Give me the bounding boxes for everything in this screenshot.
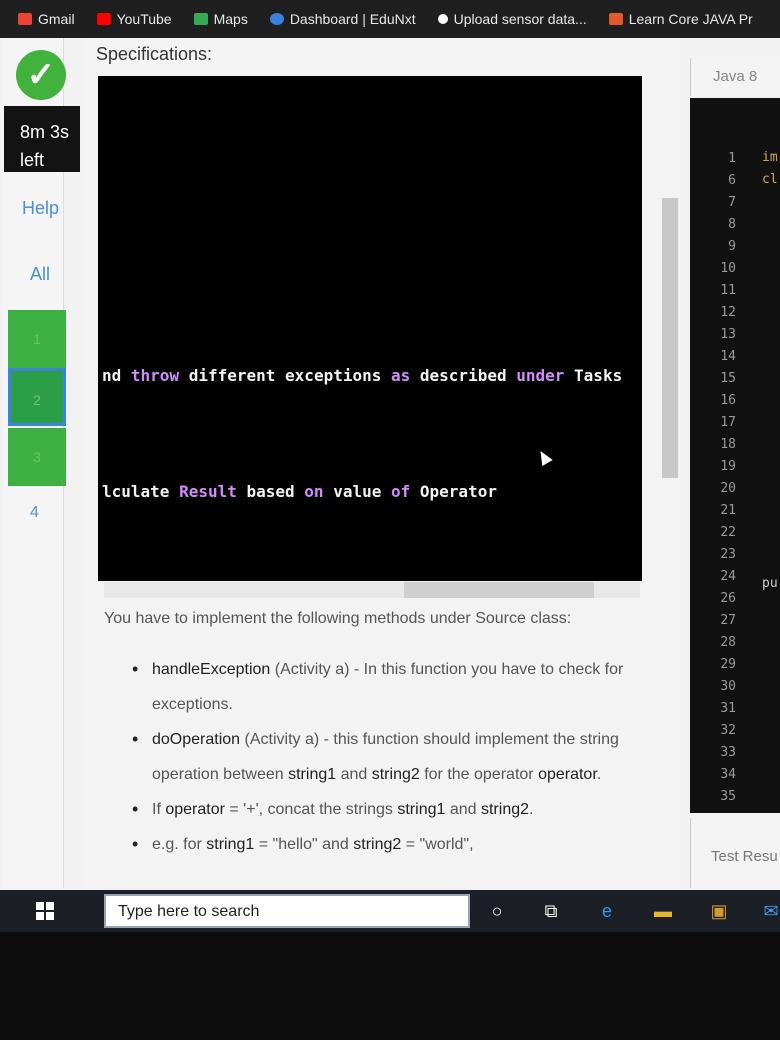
maps-icon [193, 13, 208, 25]
language-selector[interactable]: Java 8 [690, 58, 780, 96]
list-item: e.g. for string1 = "hello" and string2 =… [132, 827, 632, 862]
monitor-bezel [0, 932, 780, 1040]
line-number: 8 [728, 217, 736, 232]
line-number: 29 [720, 657, 736, 672]
taskbar: Type here to search ○ ⧉ e ▬ ▣ ✉ [0, 890, 780, 932]
list-item: handleException (Activity a) - In this f… [132, 652, 632, 722]
mouse-cursor-icon [535, 447, 553, 467]
bookmarks-bar: Gmail YouTube Maps Dashboard | EduNxt Up… [0, 0, 780, 38]
line-number: 28 [720, 635, 736, 650]
code-fragment-public: pu [762, 576, 778, 591]
line-number: 16 [720, 393, 736, 408]
line-number: 35 [720, 789, 736, 804]
task-view-icon[interactable]: ⧉ [540, 900, 562, 922]
line-number: 19 [720, 459, 736, 474]
gmail-icon [18, 13, 32, 25]
test-results-tab[interactable]: Test Resu [690, 818, 780, 888]
upload-icon [437, 14, 448, 24]
terminal-line-1: nd throw different exceptions as describ… [102, 366, 623, 385]
horizontal-scrollbar[interactable] [104, 582, 640, 598]
line-number: 23 [720, 547, 736, 562]
line-number: 31 [720, 701, 736, 716]
vertical-scrollbar[interactable] [662, 198, 678, 478]
scroll-thumb[interactable] [404, 582, 594, 598]
check-icon: ✓ [16, 50, 66, 100]
question-1-button[interactable]: 1 [8, 310, 66, 368]
taskbar-search-input[interactable]: Type here to search [104, 894, 470, 928]
line-number: 22 [720, 525, 736, 540]
mail-icon[interactable]: ✉ [760, 900, 780, 922]
line-number: 21 [720, 503, 736, 518]
line-number: 14 [720, 349, 736, 364]
windows-start-icon[interactable] [36, 902, 54, 920]
line-number: 15 [720, 371, 736, 386]
help-link[interactable]: Help [22, 198, 59, 219]
bookmark-maps[interactable]: Maps [193, 11, 248, 27]
line-number: 17 [720, 415, 736, 430]
line-number: 20 [720, 481, 736, 496]
code-fragment-class: cl [762, 172, 778, 187]
all-filter[interactable]: All [30, 264, 50, 285]
terminal-line-2: lculate Result based on value of Operato… [102, 482, 497, 501]
line-numbers: 1 6 7 8 9 10 11 12 13 14 15 16 17 18 19 20 21 22 23 24 26 27 2… [720, 148, 736, 808]
line-number: 10 [720, 261, 736, 276]
line-number: 1 [728, 151, 736, 166]
line-number: 9 [728, 239, 736, 254]
bookmark-gmail[interactable]: Gmail [18, 11, 75, 27]
learn-icon [608, 13, 623, 25]
edunxt-icon [269, 13, 284, 25]
bookmark-youtube[interactable]: YouTube [96, 11, 172, 27]
question-2-button[interactable]: 2 [8, 368, 66, 426]
line-number: 34 [720, 767, 736, 782]
list-item: If operator = '+', concat the strings st… [132, 792, 632, 827]
task-list: handleException (Activity a) - In this f… [132, 652, 632, 862]
timer-suffix: left [20, 150, 45, 170]
line-number: 30 [720, 679, 736, 694]
line-number: 12 [720, 305, 736, 320]
question-3-button[interactable]: 3 [8, 428, 66, 486]
bookmark-learn-java[interactable]: Learn Core JAVA Pr [608, 11, 753, 27]
line-number: 13 [720, 327, 736, 342]
edge-icon[interactable]: e [596, 900, 618, 922]
youtube-icon [96, 13, 111, 25]
spec-title: Specifications: [96, 44, 213, 64]
code-editor[interactable]: 1 6 7 8 9 10 11 12 13 14 15 16 17 18 19 20 21 22 23 24 26 27 2… [690, 98, 780, 813]
line-number: 27 [720, 613, 736, 628]
line-number: 11 [720, 283, 736, 298]
assessment-window: ✓ 8m 3s left Help All 1 2 3 4 Specificat… [0, 38, 780, 890]
code-fragment-import: im [762, 150, 778, 165]
list-item: doOperation (Activity a) - this function… [132, 722, 632, 792]
line-number: 6 [728, 173, 736, 188]
timer-value: 8m 3s [20, 122, 70, 142]
cortana-icon[interactable]: ○ [486, 900, 508, 922]
line-number: 7 [728, 195, 736, 210]
bookmark-upload-sensor[interactable]: Upload sensor data... [437, 11, 587, 27]
intro-text: You have to implement the following meth… [104, 610, 572, 627]
timer: 8m 3s left [4, 106, 80, 172]
terminal-view: nd throw different exceptions as describ… [98, 76, 642, 581]
question-4-button[interactable]: 4 [30, 504, 39, 522]
line-number: 18 [720, 437, 736, 452]
store-icon[interactable]: ▣ [708, 900, 730, 922]
line-number: 32 [720, 723, 736, 738]
line-number: 33 [720, 745, 736, 760]
bookmark-edunxt[interactable]: Dashboard | EduNxt [269, 11, 416, 27]
file-explorer-icon[interactable]: ▬ [652, 900, 674, 922]
question-sidebar: ✓ 8m 3s left Help All 1 2 3 4 [2, 38, 80, 888]
line-number: 24 [720, 569, 736, 584]
specification-panel: Specifications: nd throw different excep… [84, 38, 680, 888]
line-number: 26 [720, 591, 736, 606]
